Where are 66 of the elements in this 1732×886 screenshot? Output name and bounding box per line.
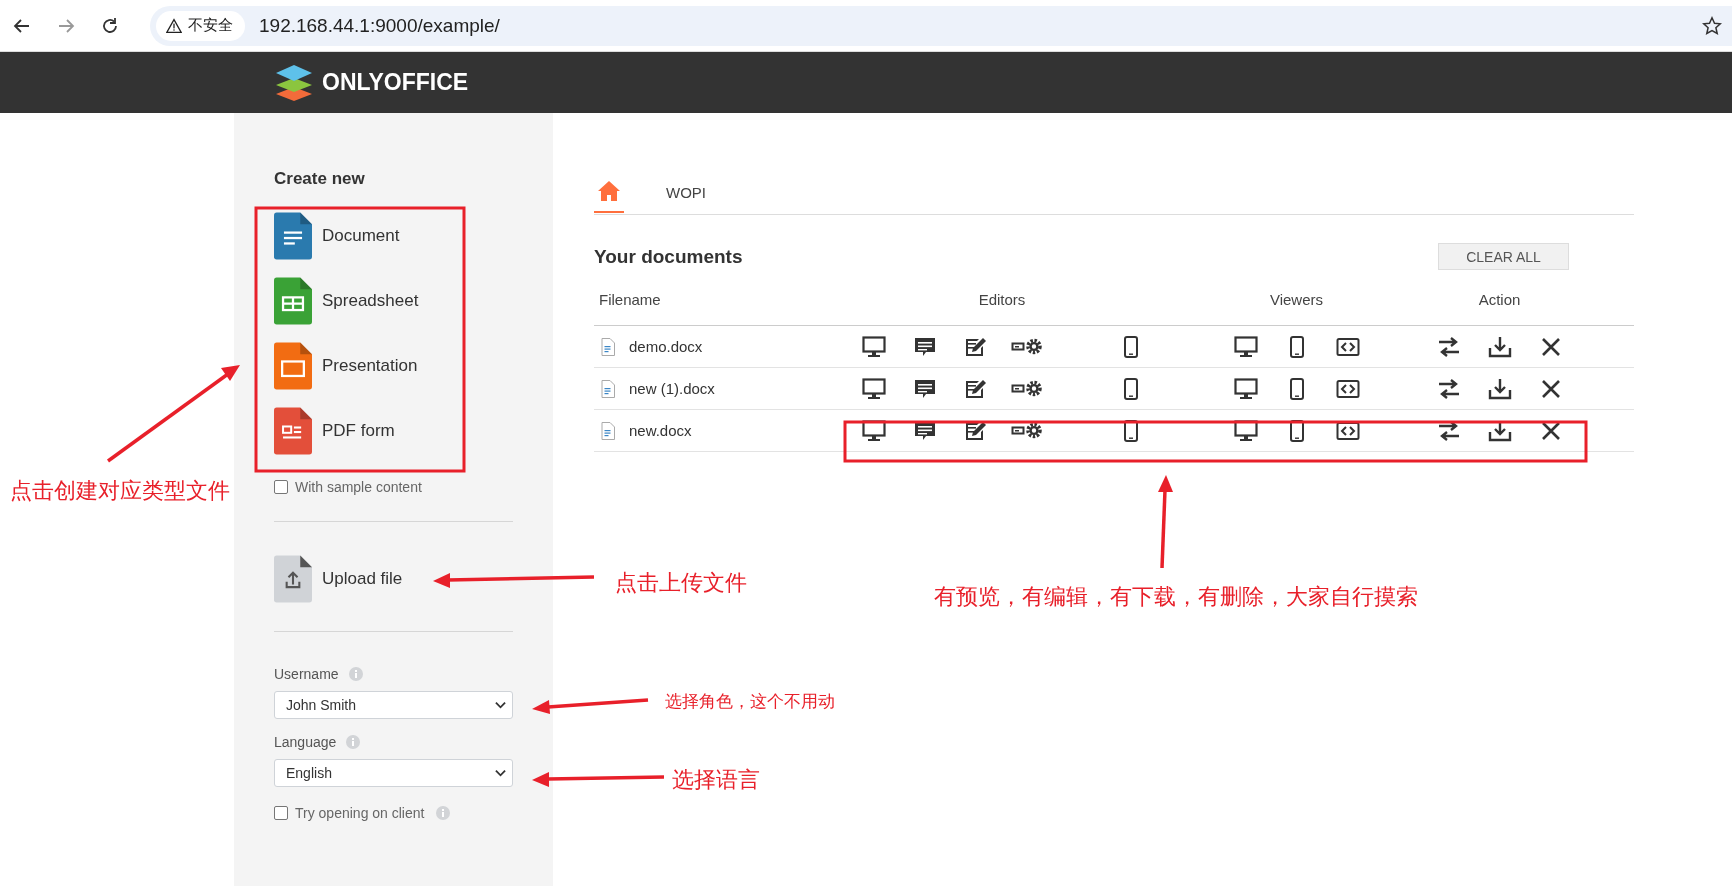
create-new-heading: Create new <box>274 169 366 190</box>
security-label: 不安全 <box>188 16 233 35</box>
checkbox[interactable] <box>274 480 288 494</box>
comment-icon[interactable] <box>912 335 937 358</box>
swap-arrows-icon[interactable] <box>1436 335 1461 358</box>
annotation-text: 选择语言 <box>672 766 760 794</box>
tab[interactable]: WOPI <box>666 180 706 213</box>
presentation-file-icon <box>274 341 312 390</box>
layers-logo-icon <box>274 64 314 101</box>
username-label: Username <box>274 666 339 682</box>
annotation-text: 点击上传文件 <box>615 569 747 597</box>
download-icon[interactable] <box>1487 335 1512 358</box>
pencil-icon[interactable] <box>963 377 988 400</box>
caret-icon <box>495 701 506 709</box>
download-icon[interactable] <box>1487 377 1512 400</box>
spreadsheet-file-icon <box>274 276 312 325</box>
home-icon <box>597 180 621 202</box>
monitor-icon[interactable] <box>1233 419 1258 442</box>
monitor-icon[interactable] <box>861 419 886 442</box>
monitor-icon[interactable] <box>861 377 886 400</box>
document-icon <box>601 337 615 356</box>
address-bar[interactable]: 不安全 192.168.44.1:9000/example/ <box>150 5 1732 46</box>
create-file-link[interactable]: PDF form <box>274 404 513 457</box>
upload-file-link[interactable]: Upload file <box>274 552 513 605</box>
monitor-icon[interactable] <box>1233 377 1258 400</box>
document-icon <box>601 379 615 398</box>
warning-icon <box>166 17 182 34</box>
language-dropdown[interactable]: English <box>274 759 513 787</box>
username-dropdown[interactable]: John Smith <box>274 691 513 719</box>
clear-all-button[interactable]: CLEAR ALL <box>1438 243 1569 270</box>
star-icon[interactable] <box>1702 15 1722 36</box>
document-file-icon <box>274 211 312 260</box>
create-file-link[interactable]: Spreadsheet <box>274 274 513 327</box>
checkbox[interactable] <box>274 806 288 820</box>
annotation-text: 有预览，有编辑，有下载，有删除，大家自行摸索 <box>934 583 1418 611</box>
url-text: 192.168.44.1:9000/example/ <box>259 14 501 37</box>
monitor-icon[interactable] <box>1233 335 1258 358</box>
comment-icon[interactable] <box>912 377 937 400</box>
swap-arrows-icon[interactable] <box>1436 377 1461 400</box>
pdf-file-icon <box>274 406 312 455</box>
file-name-link[interactable]: new (1).docx <box>629 380 715 397</box>
column-header: Editors <box>977 291 1027 308</box>
column-header: Filename <box>598 291 662 308</box>
checkbox-label: With sample content <box>295 479 422 495</box>
file-name-link[interactable]: new.docx <box>629 422 692 439</box>
pencil-icon[interactable] <box>963 335 988 358</box>
create-file-link[interactable]: Document <box>274 209 513 262</box>
monitor-icon[interactable] <box>861 335 886 358</box>
create-file-link[interactable]: Presentation <box>274 339 513 392</box>
code-icon[interactable] <box>1335 377 1360 400</box>
section-heading: Your documents <box>594 245 743 268</box>
annotation-text: 选择角色，这个不用动 <box>665 690 835 713</box>
checkbox-label: Try opening on client <box>295 805 425 821</box>
document-icon <box>601 421 615 440</box>
language-label: Language <box>274 734 337 750</box>
annotation-text: 点击创建对应类型文件 <box>10 477 230 505</box>
reload-icon[interactable] <box>100 15 120 36</box>
brand-name: ONLYOFFICE <box>322 69 469 96</box>
column-header: Action <box>1477 291 1522 308</box>
code-icon[interactable] <box>1335 335 1360 358</box>
file-name-link[interactable]: demo.docx <box>629 338 703 355</box>
caret-icon <box>495 769 506 777</box>
security-chip[interactable]: 不安全 <box>156 10 245 41</box>
column-header: Viewers <box>1268 291 1325 308</box>
home-tab[interactable] <box>594 180 624 213</box>
upload-file-icon <box>274 554 312 603</box>
